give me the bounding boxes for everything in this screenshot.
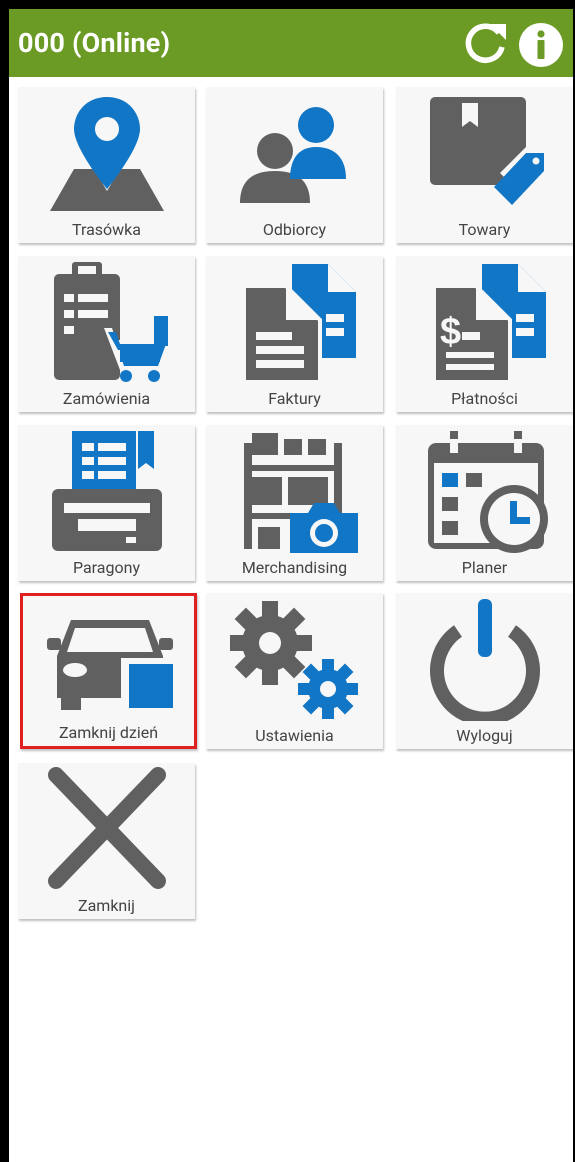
tile-zamknij-dzien[interactable]: Zamknij dzień xyxy=(20,593,197,749)
tile-label: Trasówka xyxy=(72,220,141,239)
refresh-icon[interactable] xyxy=(462,20,508,66)
tile-odbiorcy[interactable]: Odbiorcy xyxy=(206,87,383,243)
tile-trasowka[interactable]: Trasówka xyxy=(18,87,195,243)
tile-label: Planer xyxy=(461,558,508,577)
close-x-icon xyxy=(48,767,166,889)
info-icon[interactable] xyxy=(518,22,564,68)
tile-merchandising[interactable]: Merchandising xyxy=(206,425,383,581)
close-day-car-icon xyxy=(47,620,175,718)
tile-label: Odbiorcy xyxy=(262,220,327,239)
payment-documents-icon: $ xyxy=(432,264,546,384)
settings-gears-icon xyxy=(230,601,358,719)
tile-paragony[interactable]: Paragony xyxy=(18,425,195,581)
tile-label: Faktury xyxy=(268,389,321,408)
tile-label: Płatności xyxy=(451,389,518,408)
header-bar: 000 (Online) xyxy=(9,0,573,77)
product-tag-icon xyxy=(430,97,544,205)
app-screen: 000 (Online) Trasówka Odbiorcy Towary Za… xyxy=(9,0,573,1162)
merchandising-camera-icon xyxy=(244,433,358,553)
tile-label: Zamknij xyxy=(78,896,135,915)
tile-zamknij[interactable]: Zamknij xyxy=(18,763,195,919)
tile-label: Paragony xyxy=(72,558,141,577)
order-cart-icon xyxy=(54,262,168,382)
map-pin-icon xyxy=(50,97,164,211)
receipt-printer-icon xyxy=(52,431,162,551)
invoice-documents-icon xyxy=(242,264,356,384)
calendar-clock-icon xyxy=(428,431,548,553)
tile-faktury[interactable]: Faktury xyxy=(206,256,383,412)
tile-platnosci[interactable]: $ Płatności xyxy=(396,256,573,412)
header-title: 000 (Online) xyxy=(18,27,171,59)
tile-label: Zamknij dzień xyxy=(58,723,159,742)
tile-wyloguj[interactable]: Wyloguj xyxy=(396,593,573,749)
tile-zamowienia[interactable]: Zamówienia xyxy=(18,256,195,412)
tile-towary[interactable]: Towary xyxy=(396,87,573,243)
tile-label: Ustawienia xyxy=(255,726,334,745)
tile-label: Merchandising xyxy=(241,558,348,577)
tile-planer[interactable]: Planer xyxy=(396,425,573,581)
tile-ustawienia[interactable]: Ustawienia xyxy=(206,593,383,749)
power-icon xyxy=(430,599,540,721)
users-icon xyxy=(240,107,346,203)
svg-text:$: $ xyxy=(440,311,461,353)
tile-label: Zamówienia xyxy=(62,389,151,408)
tile-label: Wyloguj xyxy=(456,726,513,745)
tile-label: Towary xyxy=(458,220,511,239)
